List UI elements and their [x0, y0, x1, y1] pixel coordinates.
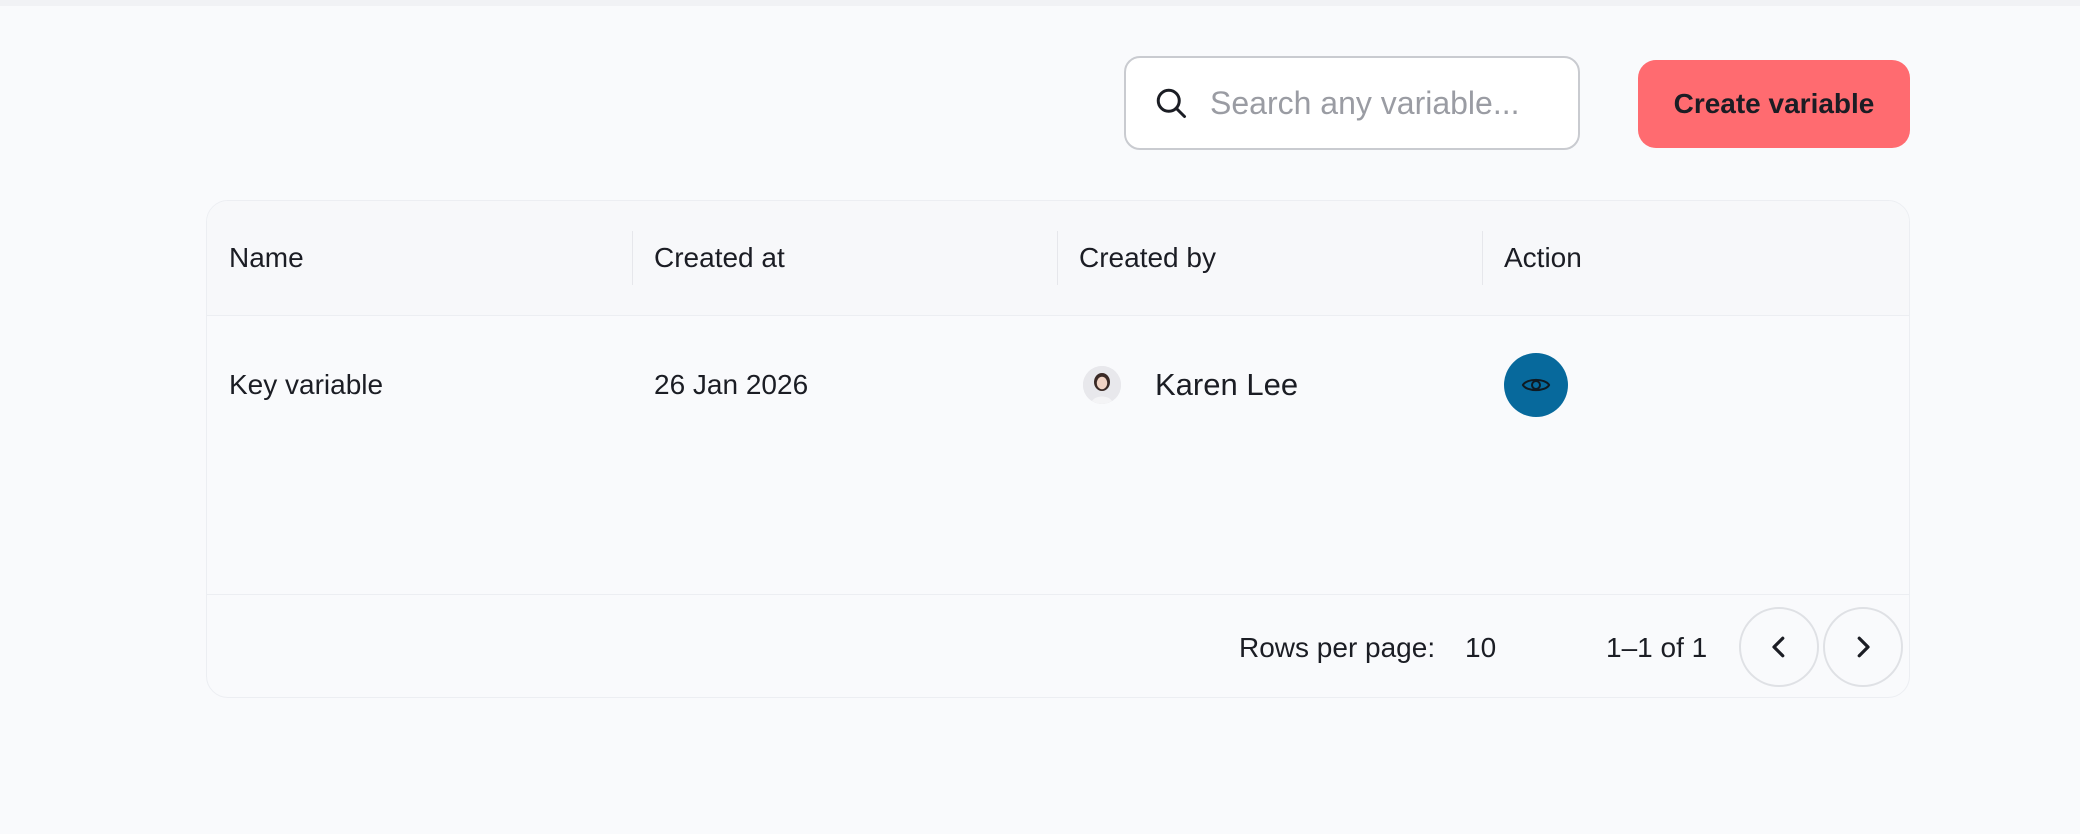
variable-name: Key variable [229, 369, 384, 400]
search-icon [1152, 84, 1190, 122]
table-header: Name Created at Created by Action [207, 201, 1909, 316]
column-header-label: Created by [1079, 242, 1216, 273]
column-header-label: Action [1504, 242, 1582, 273]
search-input[interactable] [1208, 83, 1572, 123]
rows-per-page-label: Rows per page: [1239, 631, 1436, 663]
column-header-label: Name [229, 242, 304, 273]
rows-per-page-value: 10 [1465, 631, 1497, 663]
page-range-text: 1–1 of 1 [1606, 631, 1708, 663]
table-row: Key variable 26 Jan 2026 Karen Lee [207, 316, 1909, 454]
pagination-bar: Rows per page: 10 1–1 of 1 [207, 594, 1909, 697]
page: Create variable Name Created at Created … [0, 0, 2080, 834]
create-variable-button[interactable]: Create variable [1638, 60, 1910, 148]
chevron-left-icon [1764, 632, 1794, 662]
top-strip [0, 0, 2080, 6]
column-header-created-by: Created by [1057, 201, 1482, 315]
created-at-date: 26 Jan 2026 [654, 369, 809, 400]
cell-name: Key variable [207, 316, 632, 454]
view-variable-button[interactable] [1504, 353, 1568, 417]
column-header-created-at: Created at [632, 201, 1057, 315]
next-page-button[interactable] [1823, 607, 1903, 687]
rows-per-page-select[interactable]: 10 [1465, 595, 1545, 697]
eye-icon [1521, 370, 1551, 400]
previous-page-button[interactable] [1739, 607, 1819, 687]
column-header-action: Action [1482, 201, 1909, 315]
cell-action [1482, 316, 1909, 454]
avatar [1083, 366, 1121, 404]
column-header-name: Name [207, 201, 632, 315]
chevron-right-icon [1848, 632, 1878, 662]
creator-name: Karen Lee [1155, 367, 1299, 402]
cell-created-by: Karen Lee [1057, 316, 1482, 454]
column-header-label: Created at [654, 242, 785, 273]
search-box[interactable] [1124, 56, 1580, 150]
cell-created-at: 26 Jan 2026 [632, 316, 1057, 454]
variables-table: Name Created at Created by Action Key va… [206, 200, 1910, 698]
